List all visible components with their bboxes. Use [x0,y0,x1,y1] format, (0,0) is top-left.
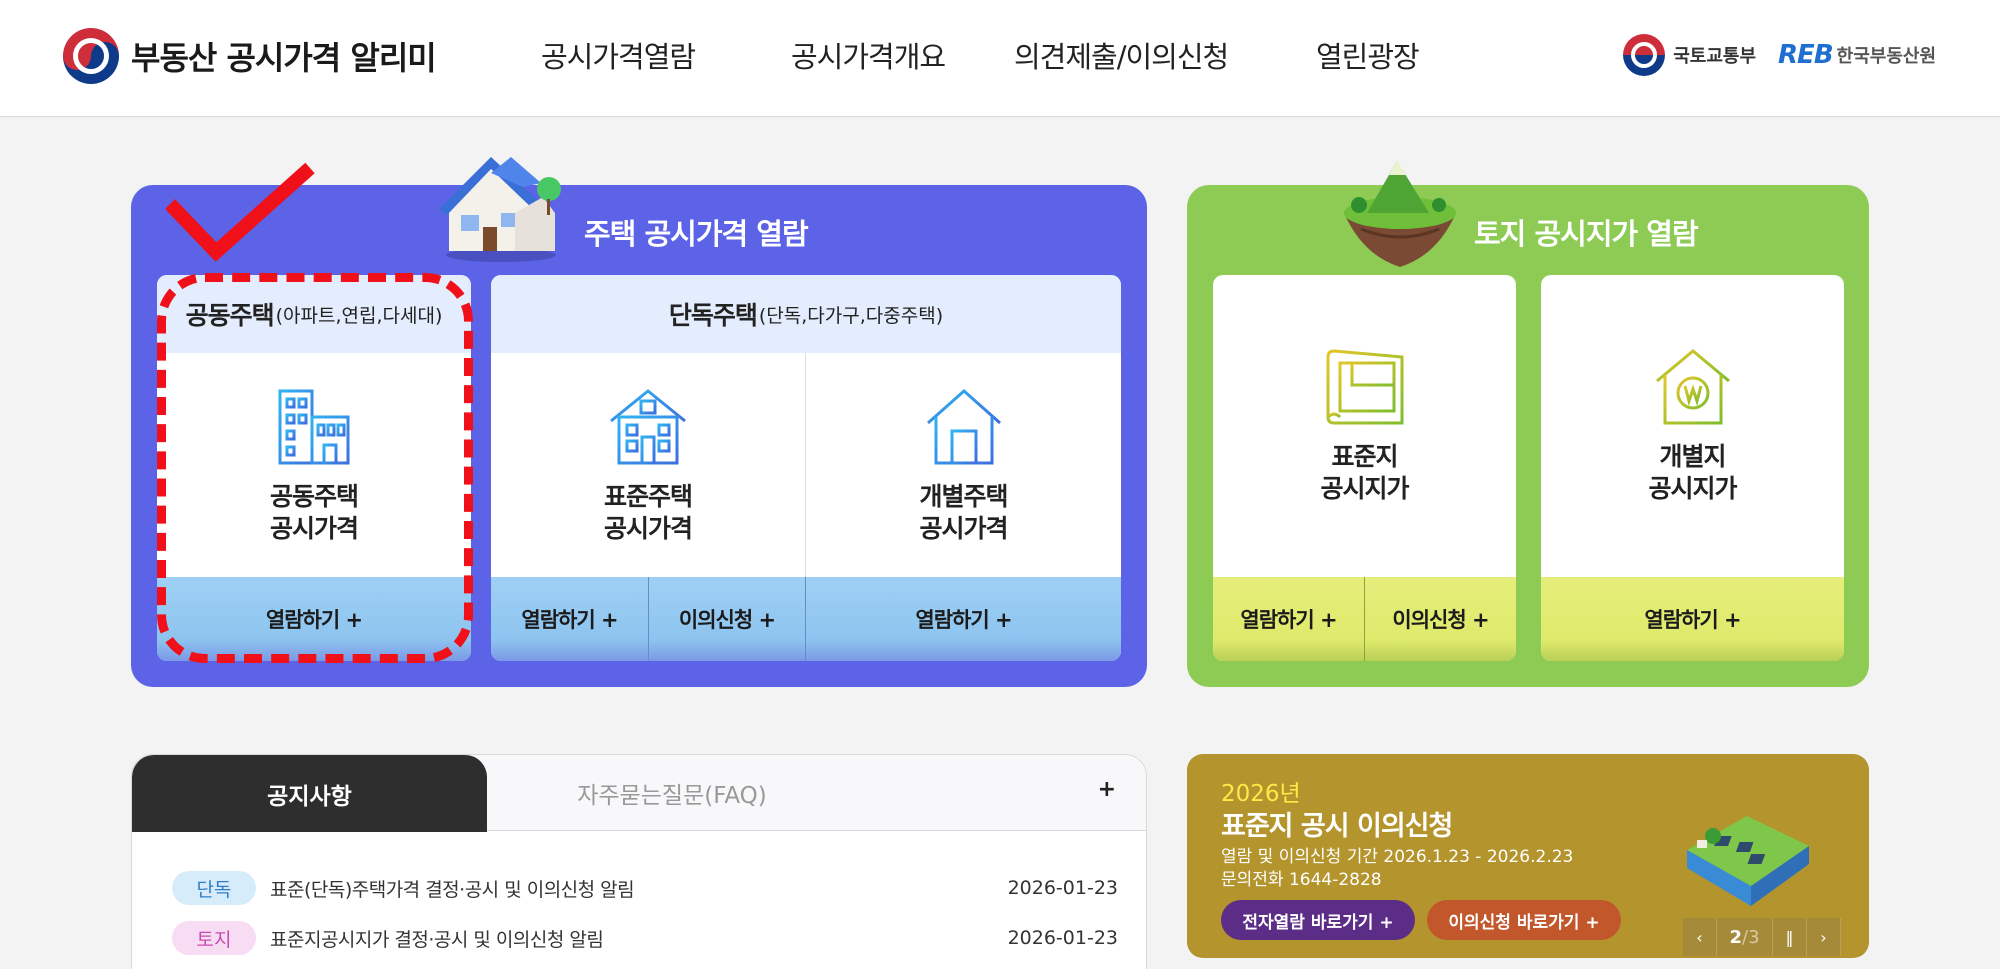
next-slide-button[interactable]: › [1807,918,1841,956]
taegeuk-logo-icon [63,28,119,84]
ministry-name[interactable]: 국토교통부 [1673,42,1756,68]
logo-title-bold: 알리미 [350,39,436,77]
individual-land-card: 개별지 공시지가 열람하기 + [1541,275,1844,661]
reb-logo[interactable]: REB 한국부동산원 [1778,40,1936,70]
notice-item[interactable]: 토지 표준지공시지가 결정·공시 및 이의신청 알림 2026-01-23 [172,921,1118,955]
more-button[interactable]: + [1098,777,1116,802]
land-panel-title: 토지 공시지가 열람 [1474,217,1699,251]
detached-head-main: 단독주택 [668,301,758,330]
detached-card: 단독주택 (단독,다가구,다중주택) 표준주택 공시가격 개별주택 공시가격 열… [491,275,1121,661]
won-house-icon [1655,349,1730,425]
individual-house-tile[interactable]: 개별주택 공시가격 [806,353,1121,577]
slide-counter: 2/3 [1717,918,1773,956]
e-view-shortcut-button[interactable]: 전자열람 바로가기 + [1221,900,1415,940]
standard-land-actions: 열람하기 + 이의신청 + [1213,577,1516,661]
partner-logos: 국토교통부 REB 한국부동산원 [1623,34,1936,76]
banner-phone: 문의전화 1644-2828 [1221,870,1382,890]
individual-house-label: 개별주택 공시가격 [919,482,1008,543]
individual-land-actions: 열람하기 + [1541,577,1844,661]
land-map-icon [1326,349,1403,425]
category-badge: 토지 [172,921,256,955]
notice-title[interactable]: 표준(단독)주택가격 결정·공시 및 이의신청 알림 [270,875,635,902]
banner-title: 표준지 공시 이의신청 [1221,811,1453,842]
individual-land-tile[interactable]: 개별지 공시지가 [1541,275,1844,577]
standard-house-label: 표준주택 공시가격 [603,482,693,543]
detached-actions: 열람하기 + 이의신청 + 열람하기 + [491,577,1121,661]
nav-opinion-appeal[interactable]: 의견제출/이의신청 [1014,34,1229,76]
pause-icon[interactable]: ‖ [1773,918,1807,956]
notice-tabs: 공지사항 자주묻는질문(FAQ) + [132,755,1146,832]
notice-item[interactable]: 단독 표준(단독)주택가격 결정·공시 및 이의신청 알림 2026-01-23 [172,871,1118,905]
standard-land-appeal-button[interactable]: 이의신청 + [1365,577,1516,661]
banner-year: 2026년 [1221,781,1301,807]
notice-date: 2026-01-23 [1007,927,1118,949]
prev-slide-button[interactable]: ‹ [1683,918,1717,956]
standard-house-appeal-button[interactable]: 이의신청 + [649,577,805,661]
standard-land-view-button[interactable]: 열람하기 + [1213,577,1364,661]
standard-land-card: 표준지 공시지가 열람하기 + 이의신청 + [1213,275,1516,661]
individual-house-icon [926,388,1001,465]
logo-title: 부동산 공시가격 알리미 [131,33,437,79]
banner-pager: ‹ 2/3 ‖ › [1683,918,1841,956]
individual-land-label: 개별지 공시지가 [1648,442,1737,503]
house-illustration-icon [439,157,561,262]
detached-head-sub: (단독,다가구,다중주택) [758,304,944,327]
slide-total: 3 [1748,926,1760,948]
nav-price-overview[interactable]: 공시가격개요 [791,34,946,76]
appeal-shortcut-button[interactable]: 이의신청 바로가기 + [1427,900,1621,940]
housing-panel-title: 주택 공시가격 열람 [584,217,809,251]
tab-faq[interactable]: 자주묻는질문(FAQ) [487,755,857,831]
notice-board: 공지사항 자주묻는질문(FAQ) + 단독 표준(단독)주택가격 결정·공시 및… [131,754,1147,969]
floating-island-icon [1344,161,1456,267]
tab-notice[interactable]: 공지사항 [132,755,487,832]
nav-price-view[interactable]: 공시가격열람 [541,34,696,76]
slide-current: 2 [1729,926,1742,948]
land-price-panel: 토지 공시지가 열람 표준지 공시지가 열람하기 + 이의신청 + 개별지 공시… [1187,161,1869,687]
standard-land-label: 표준지 공시지가 [1320,442,1409,503]
nav-open-square[interactable]: 열린광장 [1316,34,1420,76]
standard-house-icon [610,389,686,465]
reb-logo-mark: REB [1778,40,1834,70]
individual-house-view-button[interactable]: 열람하기 + [806,577,1121,661]
detached-card-header: 단독주택 (단독,다가구,다중주택) [491,275,1121,353]
standard-land-tile[interactable]: 표준지 공시지가 [1213,275,1516,577]
land-plot-illustration-icon [1687,816,1809,906]
promo-banner: 2026년 표준지 공시 이의신청 열람 및 이의신청 기간 2026.1.23… [1187,754,1869,958]
reb-name: 한국부동산원 [1836,46,1936,67]
dashed-highlight-box [157,273,473,663]
notice-date: 2026-01-23 [1007,877,1118,899]
banner-period: 열람 및 이의신청 기간 2026.1.23 - 2026.2.23 [1221,847,1574,867]
logo-title-regular: 부동산 공시가격 [131,39,351,77]
notice-title[interactable]: 표준지공시지가 결정·공시 및 이의신청 알림 [270,925,604,952]
site-header: 부동산 공시가격 알리미 공시가격열람 공시가격개요 의견제출/이의신청 열린광… [0,0,2000,117]
category-badge: 단독 [172,871,256,905]
standard-house-view-button[interactable]: 열람하기 + [491,577,648,661]
standard-house-tile[interactable]: 표준주택 공시가격 [491,353,805,577]
ministry-logo-icon [1623,34,1666,76]
site-logo[interactable]: 부동산 공시가격 알리미 [63,28,437,84]
individual-land-view-button[interactable]: 열람하기 + [1541,577,1844,661]
red-checkmark-icon [166,162,315,262]
